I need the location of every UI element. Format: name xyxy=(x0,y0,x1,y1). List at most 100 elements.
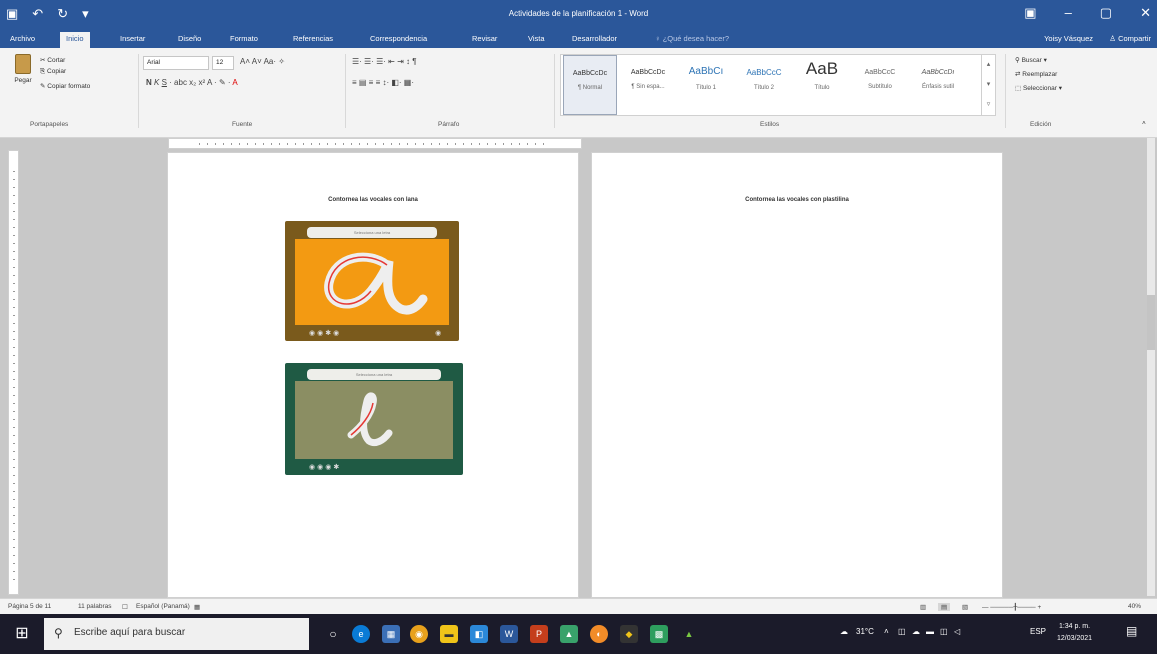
word-taskbar-icon[interactable]: W xyxy=(500,625,518,643)
replace-button[interactable]: ⇄ Reemplazar xyxy=(1015,70,1057,78)
tab-diseno[interactable]: Diseño xyxy=(178,34,201,43)
style-normal[interactable]: AaBbCcDc ¶ Normal xyxy=(563,55,617,115)
teams-icon[interactable]: ▦ xyxy=(382,625,400,643)
edge-icon[interactable]: e xyxy=(352,625,370,643)
tray-onedrive-icon[interactable]: ☁ xyxy=(912,627,920,636)
ribbon: Pegar ✂ Cortar ⎘ Copiar ✎ Copiar formato… xyxy=(0,48,1157,138)
file-explorer-icon[interactable]: ▬ xyxy=(440,625,458,643)
font-grow-shrink-tools[interactable]: A˄ A˅ Aa· ✧ xyxy=(240,57,285,66)
title-bar: ▣ ↶ ↻ ▾ Actividades de la planificación … xyxy=(0,0,1157,30)
style-subtitle[interactable]: AaBbCcC Subtítulo xyxy=(853,55,907,115)
font-name-combo[interactable]: Arial xyxy=(143,56,209,70)
zoom-level[interactable]: 40% xyxy=(1128,603,1141,610)
paste-button[interactable]: Pegar xyxy=(10,54,36,94)
vertical-ruler[interactable] xyxy=(8,150,19,595)
tab-correspondencia[interactable]: Correspondencia xyxy=(370,34,427,43)
macro-icon[interactable]: ▦ xyxy=(194,603,200,611)
cut-button[interactable]: ✂ Cortar xyxy=(40,56,65,64)
language-status[interactable]: Español (Panamá) xyxy=(136,603,190,610)
document-page-right[interactable]: Contornea las vocales con plastilina xyxy=(591,152,1003,598)
copy-button[interactable]: ⎘ Copiar xyxy=(40,68,66,76)
page-count[interactable]: Página 5 de 11 xyxy=(8,603,51,610)
taskbar-search[interactable]: ⚲ Escribe aquí para buscar xyxy=(44,618,309,650)
store-icon[interactable]: ◧ xyxy=(470,625,488,643)
card-banner: Selecciona una letra xyxy=(307,369,441,380)
alignment-tools[interactable]: ≡ ▤ ≡ ≡ ↕· ◧· ▦· xyxy=(352,78,414,87)
photos-icon[interactable]: ▲ xyxy=(560,625,578,643)
word-count[interactable]: 11 palabras xyxy=(78,603,112,610)
minimize-icon[interactable]: – xyxy=(1065,5,1072,21)
collapse-ribbon-icon[interactable]: ˄ xyxy=(1142,120,1146,127)
tab-inicio[interactable]: Inicio xyxy=(60,32,90,48)
user-name[interactable]: Yoisy Vásquez xyxy=(1044,34,1093,43)
tray-display-icon[interactable]: ◫ xyxy=(940,627,948,636)
find-button[interactable]: ⚲ Buscar ▾ xyxy=(1015,56,1047,64)
font-format-tools[interactable]: N K S · abc x₂ x² A · ✎ · A xyxy=(146,78,238,87)
zoom-slider[interactable]: — ─────╂──── + xyxy=(982,603,1041,611)
tab-revisar[interactable]: Revisar xyxy=(472,34,497,43)
print-layout-icon[interactable]: ▤ xyxy=(938,603,951,611)
tray-volume-icon[interactable]: ◁ xyxy=(954,627,960,636)
select-button[interactable]: ⬚ Seleccionar ▾ xyxy=(1015,84,1062,92)
format-painter-button[interactable]: ✎ Copiar formato xyxy=(40,82,90,90)
list-tools[interactable]: ☰· ☰· ☰· ⇤ ⇥ ↕ ¶ xyxy=(352,57,417,66)
letter-a-trace-icon xyxy=(324,252,428,315)
ribbon-tabs: Archivo Inicio Insertar Diseño Formato R… xyxy=(0,30,1157,48)
app-tree-icon[interactable]: ▲ xyxy=(680,625,698,643)
tell-me-label: ¿Qué desea hacer? xyxy=(662,34,730,43)
tray-chevron-icon[interactable]: ˄ xyxy=(884,627,889,636)
firefox-icon[interactable]: ◐ xyxy=(590,625,608,643)
letter-i-image[interactable]: Selecciona una letra ◉◉◉✱ xyxy=(285,363,463,475)
separator xyxy=(554,54,555,128)
tab-vista[interactable]: Vista xyxy=(528,34,545,43)
tray-language[interactable]: ESP xyxy=(1030,627,1046,636)
styles-group-label: Estilos xyxy=(760,121,780,128)
weather-temp[interactable]: 31°C xyxy=(856,627,874,636)
powerpoint-icon[interactable]: P xyxy=(530,625,548,643)
style-sample: AaBbCcDc xyxy=(630,69,666,76)
font-size-combo[interactable]: 12 xyxy=(212,56,234,70)
read-mode-icon[interactable]: ▥ xyxy=(920,603,926,611)
vertical-scrollbar[interactable] xyxy=(1147,138,1155,596)
style-name: Título 2 xyxy=(753,85,774,91)
style-title[interactable]: AaB Título xyxy=(795,55,849,115)
tab-referencias[interactable]: Referencias xyxy=(293,34,333,43)
web-layout-icon[interactable]: ▧ xyxy=(962,603,968,611)
tab-formato[interactable]: Formato xyxy=(230,34,258,43)
scroll-thumb[interactable] xyxy=(1147,295,1155,350)
windows-start-icon[interactable]: ⊞ xyxy=(0,614,44,654)
maximize-icon[interactable]: ▢ xyxy=(1100,5,1112,21)
tab-archivo[interactable]: Archivo xyxy=(10,34,35,43)
document-page-left[interactable]: Contornea las vocales con lana Seleccion… xyxy=(167,152,579,598)
app-diamond-icon[interactable]: ◆ xyxy=(620,625,638,643)
cortana-icon[interactable]: ○ xyxy=(324,625,342,643)
proofing-icon[interactable]: ☐ xyxy=(122,603,128,611)
style-no-spacing[interactable]: AaBbCcDc ¶ Sin espa... xyxy=(621,55,675,115)
weather-icon[interactable]: ☁ xyxy=(840,627,848,636)
style-sample: AaBbCcC xyxy=(864,69,896,76)
app-green-icon[interactable]: ▩ xyxy=(650,625,668,643)
format-painter-label: Copiar formato xyxy=(47,83,91,90)
style-heading-2[interactable]: AaBbCcC Título 2 xyxy=(737,55,791,115)
styles-scroll-icon[interactable]: ▴ ▾ ▿ xyxy=(981,55,995,115)
tell-me-search[interactable]: ♀ ¿Qué desea hacer? xyxy=(655,34,729,43)
style-heading-1[interactable]: AaBbCı Título 1 xyxy=(679,55,733,115)
share-button[interactable]: ♙ Compartir xyxy=(1109,34,1151,43)
tray-network-icon[interactable]: ◫ xyxy=(898,627,906,636)
close-icon[interactable]: ✕ xyxy=(1140,5,1151,21)
notifications-icon[interactable]: ▤ xyxy=(1126,624,1137,638)
taskbar-clock[interactable]: 1:34 p. m. 12/03/2021 xyxy=(1057,621,1092,645)
copy-label: Copiar xyxy=(47,68,67,75)
cursor-icon: ⬚ xyxy=(1015,85,1023,92)
tab-desarrollador[interactable]: Desarrollador xyxy=(572,34,617,43)
ribbon-display-icon[interactable]: ▣ xyxy=(1024,5,1036,21)
ruler-ticks xyxy=(13,171,15,584)
tray-battery-icon[interactable]: ▬ xyxy=(926,627,934,636)
chrome-icon[interactable]: ◉ xyxy=(410,625,428,643)
paragraph-group-label: Párrafo xyxy=(438,121,460,128)
style-subtle-emphasis[interactable]: AaBbCcDı Énfasis sutil xyxy=(911,55,965,115)
letter-a-image[interactable]: Selecciona una letra ◉◉✱◉ ◉ xyxy=(285,221,459,341)
search-icon: ⚲ xyxy=(54,626,63,640)
horizontal-ruler[interactable] xyxy=(168,138,582,149)
tab-insertar[interactable]: Insertar xyxy=(120,34,145,43)
